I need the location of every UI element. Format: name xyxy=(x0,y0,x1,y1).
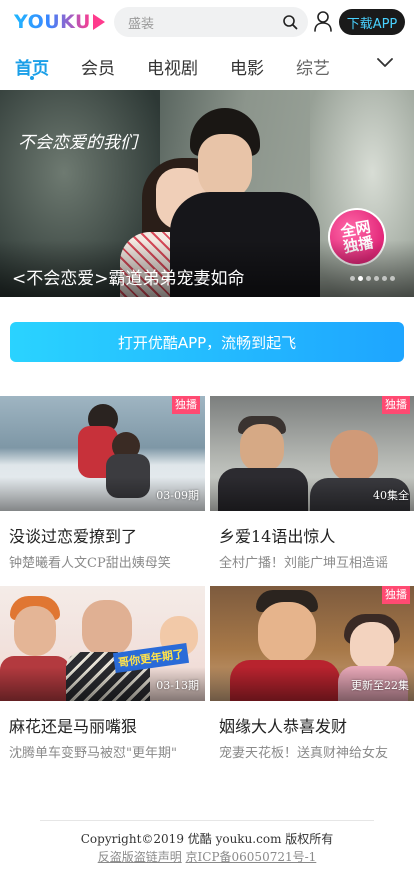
open-app-button[interactable]: 打开优酷APP，流畅到起飞 xyxy=(10,322,404,362)
tab-tv-series[interactable]: 电视剧 xyxy=(147,54,198,79)
download-app-button[interactable]: 下载APP xyxy=(339,9,405,35)
tab-variety[interactable]: 综艺 xyxy=(296,54,330,79)
episode-info: 更新至22集 xyxy=(351,679,409,692)
thumb-figure xyxy=(330,430,378,482)
video-title[interactable]: 麻花还是马丽嘴狠 xyxy=(9,713,205,737)
active-tab-indicator xyxy=(30,76,34,80)
video-title[interactable]: 姻缘大人恭喜发财 xyxy=(219,713,414,737)
exclusive-badge: 独播 xyxy=(172,396,200,414)
copyright-text: Copyright©2019 优酷 youku.com 版权所有 xyxy=(80,832,334,846)
video-thumbnail[interactable]: 哥你更年期了 03-13期 xyxy=(0,586,205,701)
banner-show-logo: 不会恋爱的我们 xyxy=(18,133,137,153)
carousel-dot-active[interactable] xyxy=(358,276,363,281)
video-thumbnail[interactable]: 独播 40集全 xyxy=(210,396,414,511)
logo-text: YOUKU xyxy=(14,11,91,33)
thumb-figure xyxy=(350,622,394,670)
exclusive-badge: 独播 xyxy=(382,396,410,414)
video-card[interactable]: 独播 03-09期 没谈过恋爱撩到了 钟楚曦看人文CP甜出姨母笑 xyxy=(0,396,205,571)
video-card[interactable]: 哥你更年期了 03-13期 麻花还是马丽嘴狠 沈腾单车变野马被怼"更年期" xyxy=(0,586,205,761)
thumb-figure xyxy=(82,600,132,656)
tab-vip[interactable]: 会员 xyxy=(81,54,115,79)
chevron-down-icon[interactable] xyxy=(376,57,394,69)
anti-piracy-link[interactable]: 反盗版盗链声明 xyxy=(98,850,182,864)
youku-logo[interactable]: YOUKU xyxy=(14,8,105,36)
carousel-dot[interactable] xyxy=(350,276,355,281)
episode-info: 40集全 xyxy=(373,489,409,502)
top-header: YOUKU 盛装 下载APP xyxy=(0,0,414,44)
episode-info: 03-13期 xyxy=(156,679,199,692)
episode-info: 03-09期 xyxy=(156,489,199,502)
banner-caption: <不会恋爱>霸道弟弟宠妻如命 xyxy=(12,269,245,289)
footer-divider xyxy=(40,820,374,821)
search-bar[interactable]: 盛装 xyxy=(114,7,308,37)
banner-actor xyxy=(198,134,252,200)
carousel-indicators[interactable] xyxy=(350,276,395,281)
thumb-figure xyxy=(258,602,316,664)
tab-movies[interactable]: 电影 xyxy=(230,54,264,79)
video-subtitle: 宠妻天花板！送真财神给女友 xyxy=(219,746,389,761)
user-icon[interactable] xyxy=(313,10,333,32)
icp-license-link[interactable]: 京ICP备06050721号-1 xyxy=(186,850,317,864)
video-card[interactable]: 独播 40集全 乡爱14语出惊人 全村广播！刘能广坤互相造谣 xyxy=(210,396,414,571)
video-subtitle: 全村广播！刘能广坤互相造谣 xyxy=(219,556,389,571)
search-placeholder: 盛装 xyxy=(128,16,155,32)
video-subtitle: 沈腾单车变野马被怼"更年期" xyxy=(9,746,177,761)
hero-banner[interactable]: 不会恋爱的我们 全网 独播 <不会恋爱>霸道弟弟宠妻如命 xyxy=(0,90,414,297)
footer-links: 反盗版盗链声明 京ICP备06050721号-1 xyxy=(0,848,414,865)
video-thumbnail[interactable]: 独播 更新至22集 xyxy=(210,586,414,701)
carousel-dot[interactable] xyxy=(390,276,395,281)
logo-play-icon xyxy=(92,14,105,30)
carousel-dot[interactable] xyxy=(382,276,387,281)
exclusive-badge: 独播 xyxy=(382,586,410,604)
video-card[interactable]: 独播 更新至22集 姻缘大人恭喜发财 宠妻天花板！送真财神给女友 xyxy=(210,586,414,761)
video-thumbnail[interactable]: 独播 03-09期 xyxy=(0,396,205,511)
carousel-dot[interactable] xyxy=(374,276,379,281)
thumb-figure xyxy=(14,606,56,656)
video-title[interactable]: 乡爱14语出惊人 xyxy=(219,523,414,547)
search-icon[interactable] xyxy=(282,14,298,30)
channel-tabs: 首页 会员 电视剧 电影 综艺 xyxy=(0,44,414,90)
video-title[interactable]: 没谈过恋爱撩到了 xyxy=(9,523,205,547)
thumb-figure xyxy=(240,424,284,472)
carousel-dot[interactable] xyxy=(366,276,371,281)
video-subtitle: 钟楚曦看人文CP甜出姨母笑 xyxy=(9,556,171,571)
